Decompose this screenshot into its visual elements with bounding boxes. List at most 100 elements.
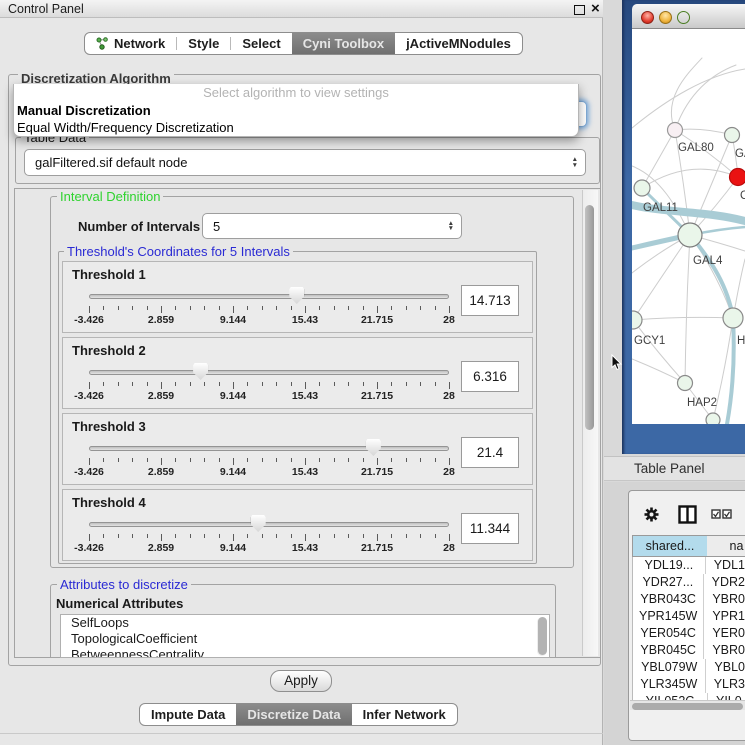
network-edge <box>690 235 733 318</box>
slider-tick <box>305 534 306 541</box>
network-node[interactable] <box>678 376 693 391</box>
tab-style[interactable]: Style <box>177 33 230 54</box>
slider-tick <box>406 534 407 538</box>
slider-tick <box>219 534 220 538</box>
combo-stepper-icon: ▲▼ <box>572 157 578 168</box>
network-node[interactable] <box>634 180 650 196</box>
cell-name: YER0 <box>704 625 745 642</box>
slider-tick <box>204 306 205 310</box>
network-edge <box>685 235 690 383</box>
maximize-traffic-light-icon[interactable] <box>677 11 690 24</box>
network-canvas[interactable]: GAL80GACGAL11GAL4GCY1HHAP2 <box>632 29 745 424</box>
apply-button[interactable]: Apply <box>270 670 332 692</box>
top-tab-bar: NetworkStyleSelectCyni ToolboxjActiveMNo… <box>84 32 523 55</box>
tab-jactivemnodules[interactable]: jActiveMNodules <box>395 33 522 54</box>
network-edge <box>642 169 738 188</box>
threshold-label: Threshold 2 <box>72 343 146 358</box>
threshold-3-panel: Threshold 3-3.4262.8599.14415.4321.71528… <box>62 413 533 485</box>
list-scrollbar-thumb[interactable] <box>538 617 547 655</box>
vertical-scrollbar-thumb[interactable] <box>585 205 594 430</box>
close-icon[interactable]: × <box>591 1 600 17</box>
table-row[interactable]: YER054CYER0 <box>633 625 745 642</box>
slider-tick <box>276 458 277 462</box>
window-title: Control Panel <box>8 2 84 16</box>
split-columns-icon[interactable] <box>678 505 697 524</box>
column-header-shared-name[interactable]: shared... <box>632 535 708 557</box>
slider-tick <box>348 382 349 386</box>
slider-tick <box>305 382 306 389</box>
slider-thumb[interactable] <box>193 363 208 380</box>
network-node[interactable] <box>730 169 745 186</box>
horizontal-scrollbar-thumb[interactable] <box>632 703 743 710</box>
slider-tick <box>435 382 436 386</box>
table-row[interactable]: YBR045CYBR0 <box>633 642 745 659</box>
tab-cyni-toolbox[interactable]: Cyni Toolbox <box>292 33 395 54</box>
network-node-label: GAL11 <box>643 202 678 214</box>
table-row[interactable]: YPR145WYPR1 <box>633 608 745 625</box>
float-window-icon[interactable] <box>574 5 585 15</box>
slider-thumb[interactable] <box>366 439 381 456</box>
slider-tick <box>204 534 205 538</box>
slider-tick <box>391 382 392 386</box>
slider-track[interactable] <box>89 446 449 451</box>
table-row[interactable]: YLR345WYLR3 <box>633 676 745 693</box>
tab-infer-network[interactable]: Infer Network <box>352 704 457 725</box>
network-node-label: GA <box>735 148 745 160</box>
network-node[interactable] <box>723 308 743 328</box>
slider-tick <box>363 458 364 462</box>
horizontal-scrollbar-track[interactable] <box>630 700 745 710</box>
threshold-value-field[interactable]: 11.344 <box>461 513 519 544</box>
close-traffic-light-icon[interactable] <box>641 11 654 24</box>
dropdown-placeholder: Select algorithm to view settings <box>14 84 578 102</box>
list-scrollbar-track[interactable] <box>537 617 547 656</box>
dropdown-option-manual[interactable]: Manual Discretization <box>14 102 578 119</box>
table-rows[interactable]: YDL19...YDL1YDR27...YDR2YBR043CYBR0YPR14… <box>632 557 745 700</box>
gear-icon[interactable] <box>643 506 660 523</box>
table-row[interactable]: YBR043CYBR0 <box>633 591 745 608</box>
network-node[interactable] <box>678 223 702 247</box>
tab-select[interactable]: Select <box>231 33 291 54</box>
network-node[interactable] <box>725 128 740 143</box>
network-node[interactable] <box>632 311 642 329</box>
numerical-attributes-list[interactable]: SelfLoopsTopologicalCoefficientBetweenne… <box>60 614 550 658</box>
slider-tick-label: 9.144 <box>211 314 255 326</box>
checkbox-pair-icon[interactable] <box>711 509 732 519</box>
dropdown-option-equal-width[interactable]: Equal Width/Frequency Discretization <box>14 119 578 136</box>
network-window-titlebar[interactable] <box>632 4 745 29</box>
minimize-traffic-light-icon[interactable] <box>659 11 672 24</box>
slider-tick <box>449 458 450 465</box>
table-data-combobox[interactable]: galFiltered.sif default node ▲▼ <box>24 149 586 176</box>
table-row[interactable]: YBL079WYBL0 <box>633 659 745 676</box>
tab-network[interactable]: Network <box>85 33 176 54</box>
slider-thumb[interactable] <box>289 287 304 304</box>
slider-tick <box>262 306 263 310</box>
threshold-value-field[interactable]: 14.713 <box>461 285 519 316</box>
network-node[interactable] <box>706 413 720 424</box>
slider-track[interactable] <box>89 370 449 375</box>
threshold-value-field[interactable]: 6.316 <box>461 361 519 392</box>
tab-discretize-data[interactable]: Discretize Data <box>236 704 351 725</box>
slider-tick <box>391 534 392 538</box>
tab-impute-data[interactable]: Impute Data <box>140 704 236 725</box>
slider-track[interactable] <box>89 522 449 527</box>
slider-tick <box>377 458 378 465</box>
table-row[interactable]: YIL052CYIL0 <box>633 693 745 700</box>
column-header-name[interactable]: na <box>707 535 745 557</box>
network-node[interactable] <box>668 123 683 138</box>
table-row[interactable]: YDL19...YDL1 <box>633 557 745 574</box>
slider-thumb[interactable] <box>251 515 266 532</box>
slider-tick <box>276 382 277 386</box>
network-edge <box>690 235 733 318</box>
list-item[interactable]: TopologicalCoefficient <box>61 631 549 647</box>
table-row[interactable]: YDR27...YDR2 <box>633 574 745 591</box>
slider-tick <box>406 382 407 386</box>
list-item[interactable]: SelfLoops <box>61 615 549 631</box>
num-intervals-combobox[interactable]: 5 ▲▼ <box>202 213 462 239</box>
slider-tick <box>420 382 421 386</box>
slider-tick-label: 9.144 <box>211 390 255 402</box>
list-item[interactable]: BetweennessCentrality <box>61 647 549 658</box>
table-panel-titlebar[interactable]: Table Panel <box>604 456 745 481</box>
slider-track[interactable] <box>89 294 449 299</box>
window-titlebar[interactable]: Control Panel <box>0 0 603 18</box>
threshold-value-field[interactable]: 21.4 <box>461 437 519 468</box>
